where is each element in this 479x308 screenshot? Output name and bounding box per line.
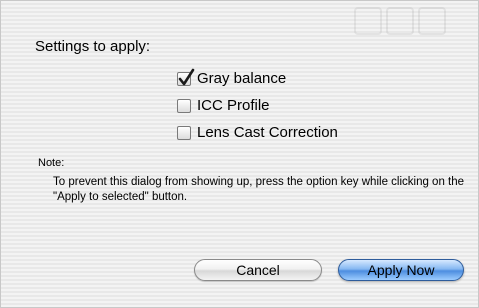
settings-options-list: Gray balance ICC Profile Lens Cast Corre… xyxy=(177,65,338,146)
checkmark-icon xyxy=(178,68,195,85)
apply-settings-dialog: Settings to apply: Gray balance ICC Prof… xyxy=(0,0,479,308)
faded-toolbar-background xyxy=(354,7,474,39)
gray-balance-label: Gray balance xyxy=(197,70,287,87)
faded-icon xyxy=(354,7,382,35)
option-icc-profile[interactable]: ICC Profile xyxy=(177,92,338,119)
note-text: To prevent this dialog from showing up, … xyxy=(53,176,465,203)
settings-heading: Settings to apply: xyxy=(35,38,151,55)
gray-balance-checkbox[interactable] xyxy=(177,68,195,86)
icc-profile-label: ICC Profile xyxy=(197,97,270,114)
option-lens-cast-correction[interactable]: Lens Cast Correction xyxy=(177,119,338,146)
faded-icon xyxy=(386,7,414,35)
note-title: Note: xyxy=(38,157,65,169)
apply-now-button[interactable]: Apply Now xyxy=(338,259,464,281)
icc-profile-checkbox[interactable] xyxy=(177,98,191,113)
cancel-button[interactable]: Cancel xyxy=(194,259,322,281)
lens-cast-correction-checkbox[interactable] xyxy=(177,125,191,140)
option-gray-balance[interactable]: Gray balance xyxy=(177,65,338,92)
lens-cast-correction-label: Lens Cast Correction xyxy=(197,124,338,141)
faded-icon xyxy=(418,7,446,35)
